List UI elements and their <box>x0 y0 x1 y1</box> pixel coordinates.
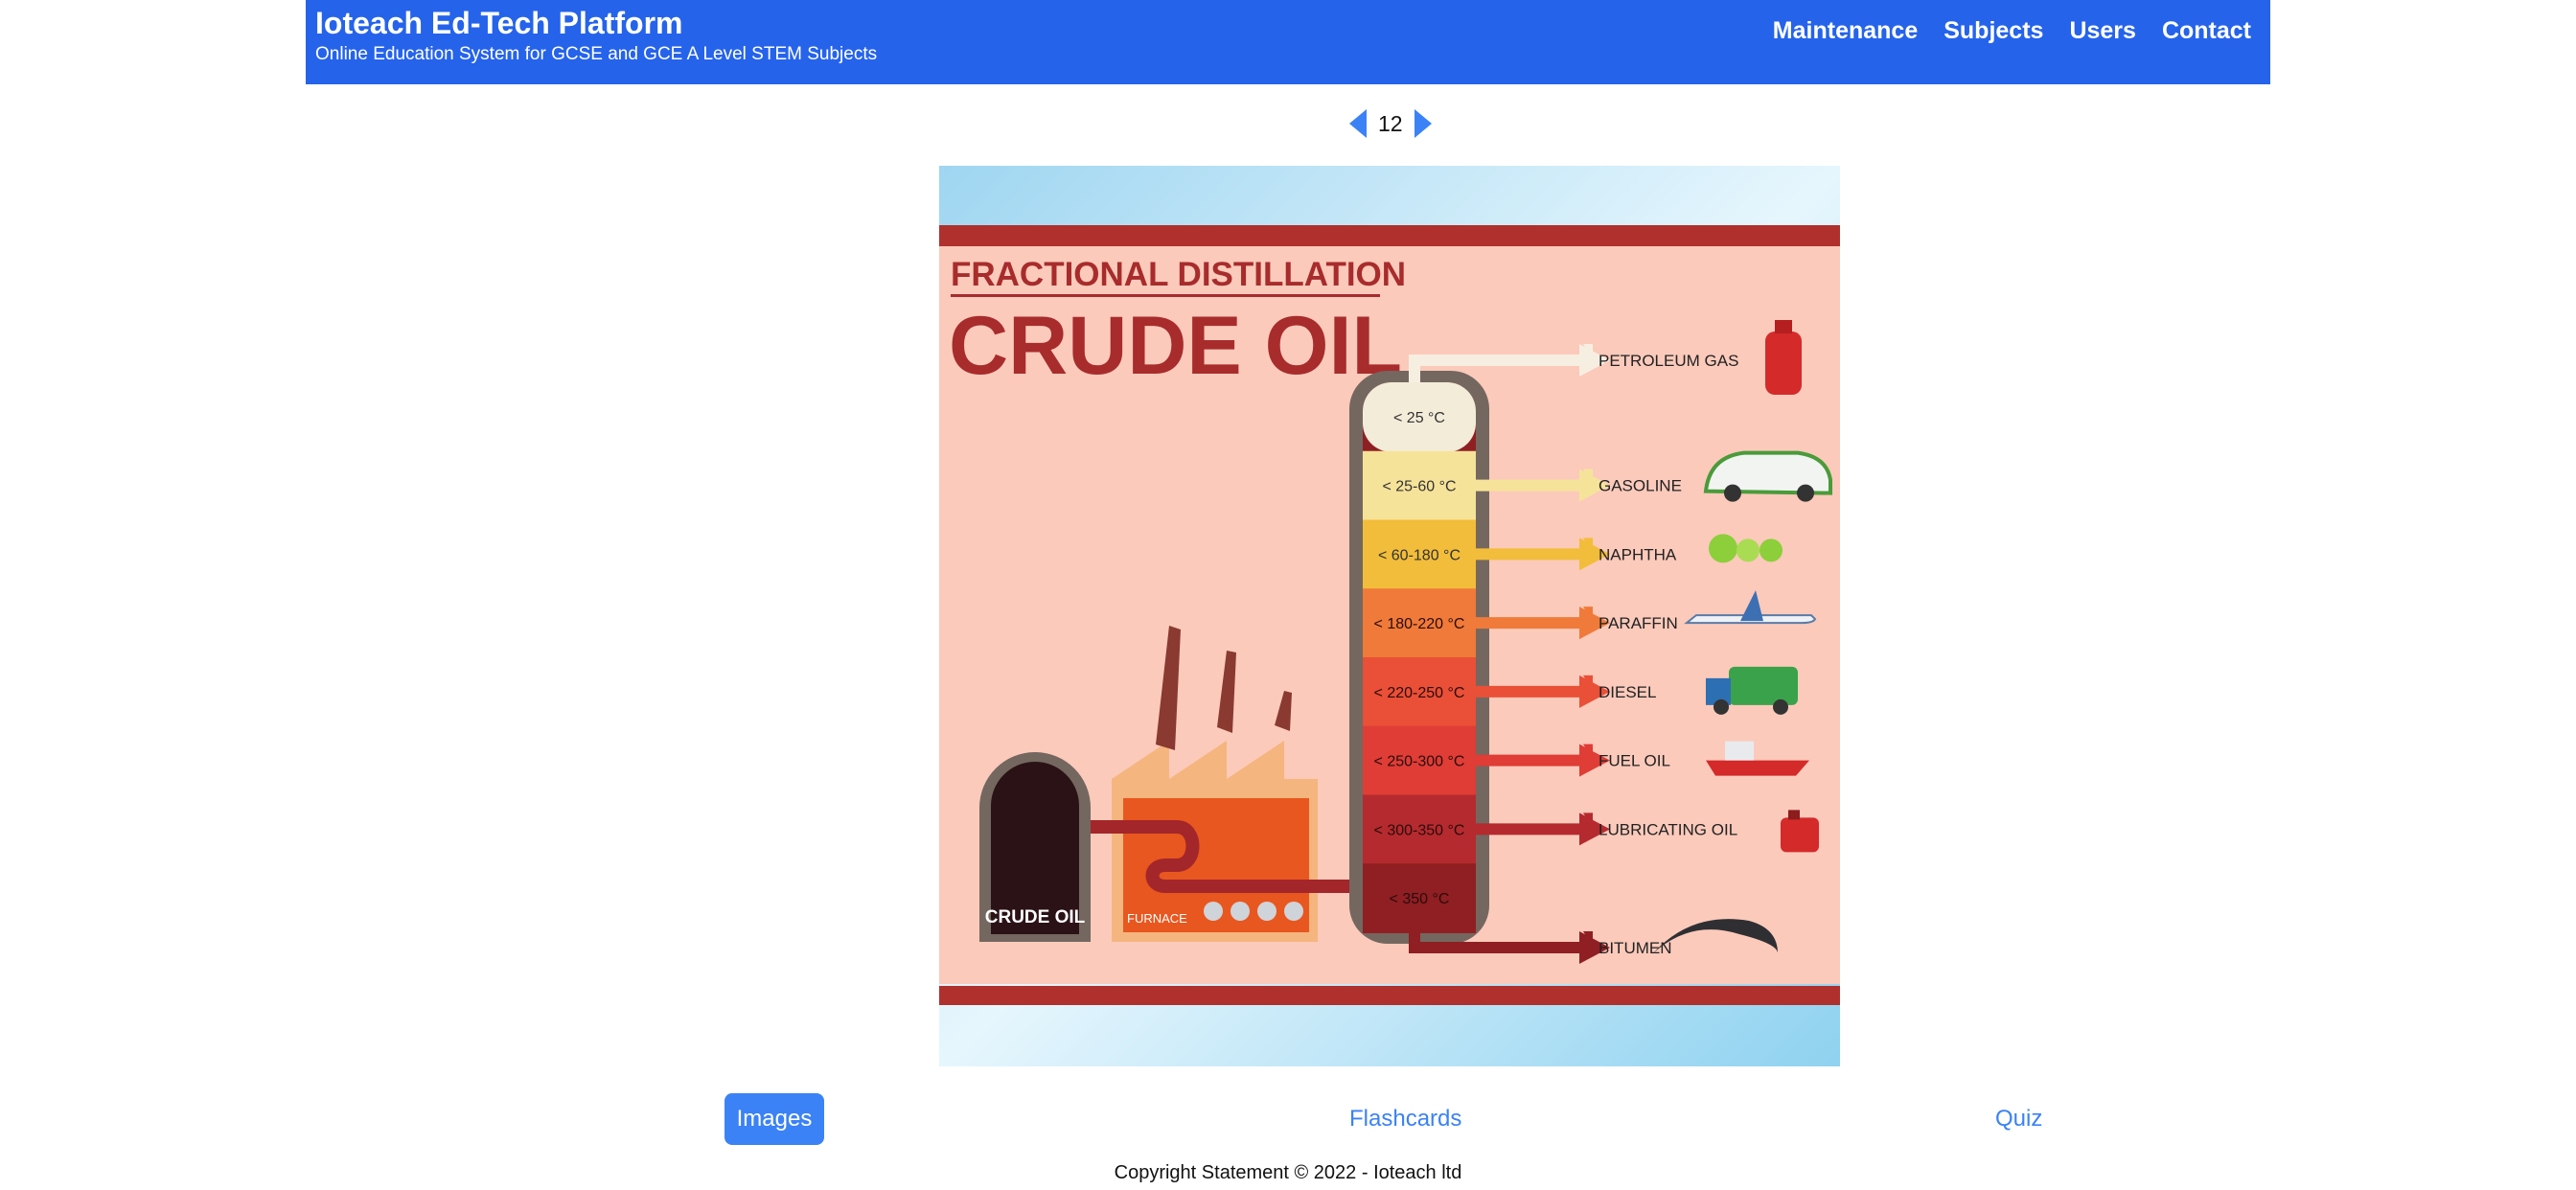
fraction-product: NAPHTHA <box>1598 545 1677 563</box>
heading-large: CRUDE OIL <box>949 300 1402 392</box>
nav-subjects[interactable]: Subjects <box>1944 17 2043 45</box>
quiz-tab-link[interactable]: Quiz <box>1995 1106 2042 1133</box>
page-number: 12 <box>1378 110 1403 136</box>
copyright-text: Copyright Statement © 2022 - Ioteach ltd <box>1114 1162 1462 1183</box>
fraction-product: LUBRICATING OIL <box>1598 820 1737 838</box>
main-nav: Maintenance Subjects Users Contact <box>1773 17 2251 45</box>
previous-arrow-icon[interactable] <box>1349 109 1367 138</box>
nav-users[interactable]: Users <box>2069 17 2136 45</box>
fraction-temperature: < 180-220 °C <box>1374 616 1465 632</box>
fraction-product: PETROLEUM GAS <box>1598 352 1738 370</box>
fraction-product: FUEL OIL <box>1598 752 1670 770</box>
fraction-temperature: < 25-60 °C <box>1382 479 1456 495</box>
fraction-arrow <box>1476 479 1583 492</box>
nav-contact[interactable]: Contact <box>2162 17 2251 45</box>
site-subtitle: Online Education System for GCSE and GCE… <box>315 44 878 64</box>
fraction-arrow <box>1476 617 1583 629</box>
top-band <box>939 225 1840 246</box>
fraction-temperature: < 350 °C <box>1390 891 1450 907</box>
fraction-temperature: < 25 °C <box>1393 410 1445 426</box>
flashcards-tab-link[interactable]: Flashcards <box>1349 1106 1461 1133</box>
fraction-arrow <box>1476 685 1583 698</box>
distillation-diagram-image: FRACTIONAL DISTILLATION CRUDE OIL CRUDE … <box>939 166 1840 1066</box>
fraction-arrow <box>1476 823 1583 835</box>
fraction-temperature: < 250-300 °C <box>1374 754 1465 770</box>
heading-small: FRACTIONAL DISTILLATION <box>951 256 1406 293</box>
site-header: Ioteach Ed-Tech Platform Online Educatio… <box>306 0 2270 84</box>
nav-maintenance[interactable]: Maintenance <box>1773 17 1918 45</box>
fraction-product: PARAFFIN <box>1598 614 1678 632</box>
image-pager: 12 <box>1349 109 1432 138</box>
fraction-product: BITUMEN <box>1598 939 1672 957</box>
crude-oil-tank: CRUDE OIL <box>979 752 1091 942</box>
next-arrow-icon[interactable] <box>1414 109 1432 138</box>
heading-underline <box>951 294 1380 297</box>
tank-label: CRUDE OIL <box>985 907 1086 927</box>
images-tab-button[interactable]: Images <box>724 1093 824 1145</box>
furnace-label: FURNACE <box>1127 911 1187 926</box>
content-tabs: Images Flashcards Quiz <box>0 1093 2576 1147</box>
fraction-arrow <box>1476 548 1583 561</box>
fraction-temperature: < 300-350 °C <box>1374 822 1465 838</box>
fraction-temperature: < 220-250 °C <box>1374 685 1465 701</box>
site-title[interactable]: Ioteach Ed-Tech Platform <box>315 6 682 41</box>
fraction-arrow <box>1476 754 1583 767</box>
distillation-column <box>1349 371 1489 944</box>
fraction-product: DIESEL <box>1598 683 1656 701</box>
fraction-product: GASOLINE <box>1598 477 1682 495</box>
bottom-band <box>939 986 1840 1005</box>
fraction-temperature: < 60-180 °C <box>1378 547 1460 563</box>
column-bands <box>1363 382 1476 933</box>
